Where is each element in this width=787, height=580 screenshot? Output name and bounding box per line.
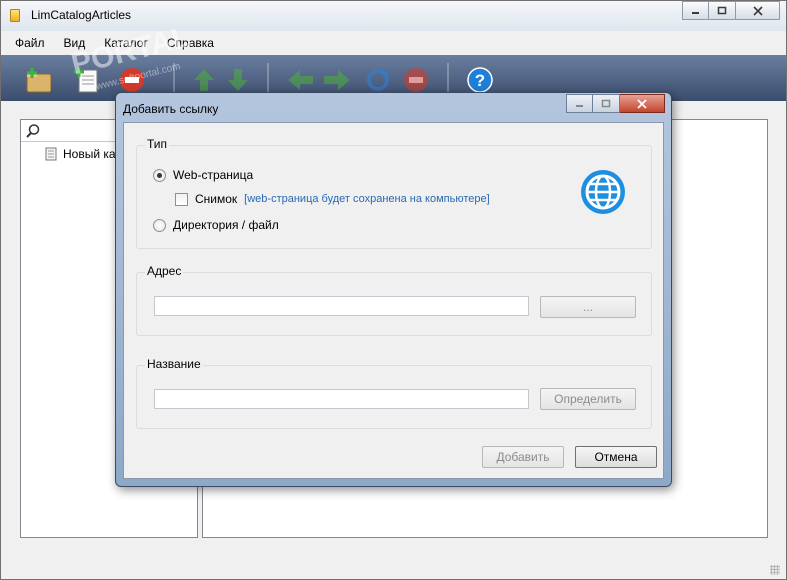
add-button[interactable]: Добавить: [482, 446, 564, 468]
add-article-button[interactable]: [73, 67, 99, 93]
menu-catalog[interactable]: Каталог: [104, 36, 148, 50]
stop-icon: [404, 68, 428, 92]
toolbar-separator: [267, 63, 269, 93]
web-page-radio[interactable]: [153, 168, 166, 182]
forward-button[interactable]: [323, 67, 349, 93]
snapshot-hint: [web-страница будет сохранена на компьют…: [244, 193, 490, 205]
name-group-label: Название: [145, 357, 203, 371]
refresh-button[interactable]: [365, 67, 391, 93]
menu-help[interactable]: Справка: [167, 36, 214, 50]
back-icon: [288, 70, 313, 90]
forward-icon: [324, 70, 349, 90]
minimize-icon: [692, 12, 699, 14]
title-bar: LimCatalogArticles: [1, 1, 786, 31]
close-icon: [752, 5, 763, 16]
address-groupbox: Адрес ...: [136, 264, 652, 336]
back-button[interactable]: [287, 67, 313, 93]
app-icon: [10, 9, 20, 22]
name-groupbox: Название Определить: [136, 357, 652, 429]
dialog-controls: [566, 94, 665, 113]
web-page-radio-row[interactable]: Web-страница: [153, 168, 253, 182]
snapshot-checkbox-row[interactable]: Снимок [web-страница будет сохранена на …: [175, 192, 490, 206]
move-down-button[interactable]: [225, 67, 251, 93]
dialog-maximize-button[interactable]: [593, 94, 620, 113]
menu-bar: Файл Вид Каталог Справка: [1, 31, 786, 55]
minimize-icon: [576, 105, 583, 107]
browse-button[interactable]: ...: [540, 296, 636, 318]
document-icon: [45, 147, 57, 161]
help-icon: ?: [467, 67, 493, 93]
type-group-label: Тип: [145, 137, 170, 151]
close-icon: [637, 98, 647, 109]
maximize-icon: [717, 6, 727, 15]
dir-file-radio-row[interactable]: Директория / файл: [153, 218, 279, 232]
tree-item-label: Новый ка: [63, 147, 116, 161]
dialog-minimize-button[interactable]: [566, 94, 593, 113]
address-group-label: Адрес: [145, 264, 184, 278]
window-title: LimCatalogArticles: [31, 8, 132, 22]
add-catalog-button[interactable]: [25, 67, 51, 93]
status-bar: [1, 557, 786, 579]
globe-icon: [581, 170, 625, 214]
snapshot-checkbox[interactable]: [175, 192, 188, 206]
move-up-icon: [194, 69, 214, 91]
maximize-icon: [601, 99, 611, 108]
cancel-button[interactable]: Отмена: [575, 446, 657, 468]
menu-file[interactable]: Файл: [15, 36, 45, 50]
window-controls: [682, 1, 780, 21]
type-groupbox: Тип Web-страница Снимок [web-страница бу…: [136, 137, 652, 249]
resize-grip[interactable]: [770, 565, 780, 575]
toolbar-separator: [447, 63, 449, 93]
delete-icon: [120, 68, 144, 92]
menu-view[interactable]: Вид: [64, 36, 86, 50]
dialog-body: Тип Web-страница Снимок [web-страница бу…: [123, 122, 664, 479]
add-link-dialog: Добавить ссылку Тип Web-страница Снимок …: [115, 92, 672, 487]
delete-button[interactable]: [119, 67, 145, 93]
dir-file-label: Директория / файл: [173, 218, 279, 232]
snapshot-label: Снимок: [195, 192, 238, 206]
web-page-label: Web-страница: [173, 168, 254, 182]
dialog-title: Добавить ссылку: [123, 102, 219, 116]
dir-file-radio[interactable]: [153, 218, 166, 232]
dialog-close-button[interactable]: [620, 94, 665, 113]
tree-item[interactable]: Новый ка: [45, 147, 116, 161]
name-input[interactable]: [154, 389, 529, 409]
move-up-button[interactable]: [191, 67, 217, 93]
search-icon: [26, 124, 40, 138]
help-button[interactable]: ?: [467, 67, 493, 93]
refresh-icon: [367, 69, 389, 91]
move-down-icon: [228, 69, 248, 91]
svg-text:?: ?: [475, 71, 485, 90]
maximize-button[interactable]: [709, 1, 736, 20]
toolbar-separator: [173, 63, 175, 93]
close-button[interactable]: [736, 1, 780, 20]
add-article-icon: [74, 67, 98, 93]
minimize-button[interactable]: [682, 1, 709, 20]
add-catalog-icon: [26, 68, 51, 93]
detect-button[interactable]: Определить: [540, 388, 636, 410]
address-input[interactable]: [154, 296, 529, 316]
stop-button[interactable]: [403, 67, 429, 93]
